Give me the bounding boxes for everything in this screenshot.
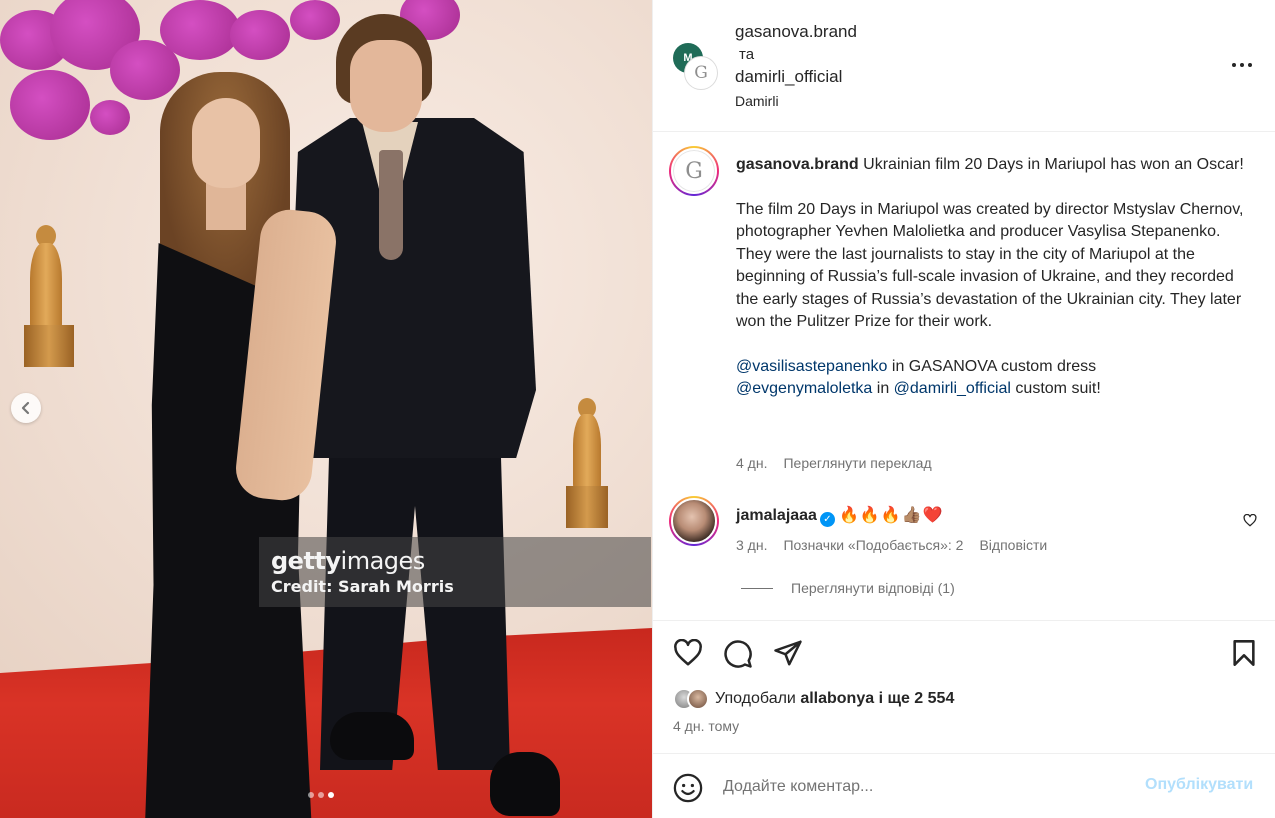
bookmark-icon (1233, 640, 1255, 666)
comment-input[interactable] (723, 774, 1123, 800)
liker-username[interactable]: allabonya (800, 690, 874, 707)
getty-watermark: gettyimages Credit: Sarah Morris (259, 537, 651, 607)
mention-link[interactable]: @evgenymaloletka (736, 380, 872, 397)
previous-slide-button[interactable] (11, 393, 41, 423)
comment-icon (724, 640, 752, 668)
publish-button[interactable]: Опублікувати (1145, 776, 1253, 794)
view-replies-button[interactable]: Переглянути відповіді (1) (741, 580, 955, 596)
caption-line: Ukrainian film 20 Days in Mariupol has w… (863, 156, 1244, 173)
slide-dot (318, 792, 324, 798)
slide-indicator (308, 792, 334, 798)
caption-meta: 4 дн. Переглянути переклад (736, 455, 932, 471)
reply-button[interactable]: Відповісти (979, 537, 1047, 553)
caption-paragraph: The film 20 Days in Mariupol was created… (736, 200, 1244, 331)
comment-time[interactable]: 3 дн. (736, 537, 767, 553)
header-subtitle[interactable]: Damirli (735, 93, 779, 109)
comment-likes[interactable]: Позначки «Подобається»: 2 (783, 537, 963, 553)
collab-avatars[interactable]: M G (673, 43, 719, 89)
more-icon (1232, 63, 1236, 67)
comment-meta: 3 дн. Позначки «Подобається»: 2 Відповіс… (736, 537, 1047, 553)
caption-username[interactable]: gasanova.brand (736, 156, 859, 173)
post-header: M G gasanova.brand та damirli_official D… (653, 0, 1275, 132)
likes-summary[interactable]: Уподобали allabonya і ще 2 554 (673, 688, 954, 710)
heart-icon (674, 638, 702, 666)
verified-badge-icon: ✓ (819, 512, 835, 527)
action-bar (653, 620, 1275, 690)
caption-time[interactable]: 4 дн. (736, 455, 767, 471)
save-button[interactable] (1231, 639, 1257, 671)
post-viewer: gettyimages Credit: Sarah Morris M G gas… (0, 0, 1275, 818)
watermark-brand: gettyimages (271, 547, 425, 575)
emoji-button[interactable] (673, 773, 703, 807)
comment-text: 🔥🔥🔥👍🏽❤️ (838, 505, 944, 524)
person-man-face (350, 40, 422, 132)
avatar (687, 688, 709, 710)
see-translation-button[interactable]: Переглянути переклад (783, 455, 931, 471)
more-options-button[interactable] (1227, 56, 1257, 74)
share-button[interactable] (773, 639, 803, 671)
person-man-tie (379, 150, 403, 260)
slide-dot-active (328, 792, 334, 798)
comment-username[interactable]: jamalajaaa (736, 507, 817, 524)
slide-dot (308, 792, 314, 798)
comment-like-button[interactable] (1243, 513, 1257, 531)
author-username[interactable]: gasanova.brand (735, 22, 857, 42)
post-time[interactable]: 4 дн. тому (673, 718, 739, 734)
comment-avatar[interactable] (669, 496, 719, 546)
person-man-shoe (490, 752, 560, 816)
post-caption: gasanova.brand Ukrainian film 20 Days in… (736, 154, 1256, 401)
author-connector: та (739, 46, 755, 63)
mention-link[interactable]: @vasilisastepanenko (736, 358, 887, 375)
heart-icon (1243, 513, 1257, 527)
like-button[interactable] (673, 638, 703, 671)
person-woman-face (192, 98, 260, 188)
comment: jamalajaaa ✓ 🔥🔥🔥👍🏽❤️ (736, 505, 944, 527)
post-side-panel: M G gasanova.brand та damirli_official D… (652, 0, 1275, 818)
add-comment-bar: Опублікувати (653, 753, 1275, 818)
mention-link[interactable]: @damirli_official (894, 380, 1011, 397)
watermark-credit: Credit: Sarah Morris (271, 577, 454, 596)
share-icon (774, 640, 802, 666)
chevron-left-icon (21, 401, 30, 415)
likes-count[interactable]: і ще 2 554 (874, 690, 955, 707)
avatar[interactable]: G (685, 57, 717, 89)
post-photo[interactable]: gettyimages Credit: Sarah Morris (0, 0, 652, 818)
caption-avatar[interactable]: G (669, 146, 719, 196)
comment-button[interactable] (723, 639, 753, 673)
person-man-shoe (330, 712, 414, 760)
collab-username[interactable]: damirli_official (735, 67, 842, 87)
emoji-icon (673, 773, 703, 803)
